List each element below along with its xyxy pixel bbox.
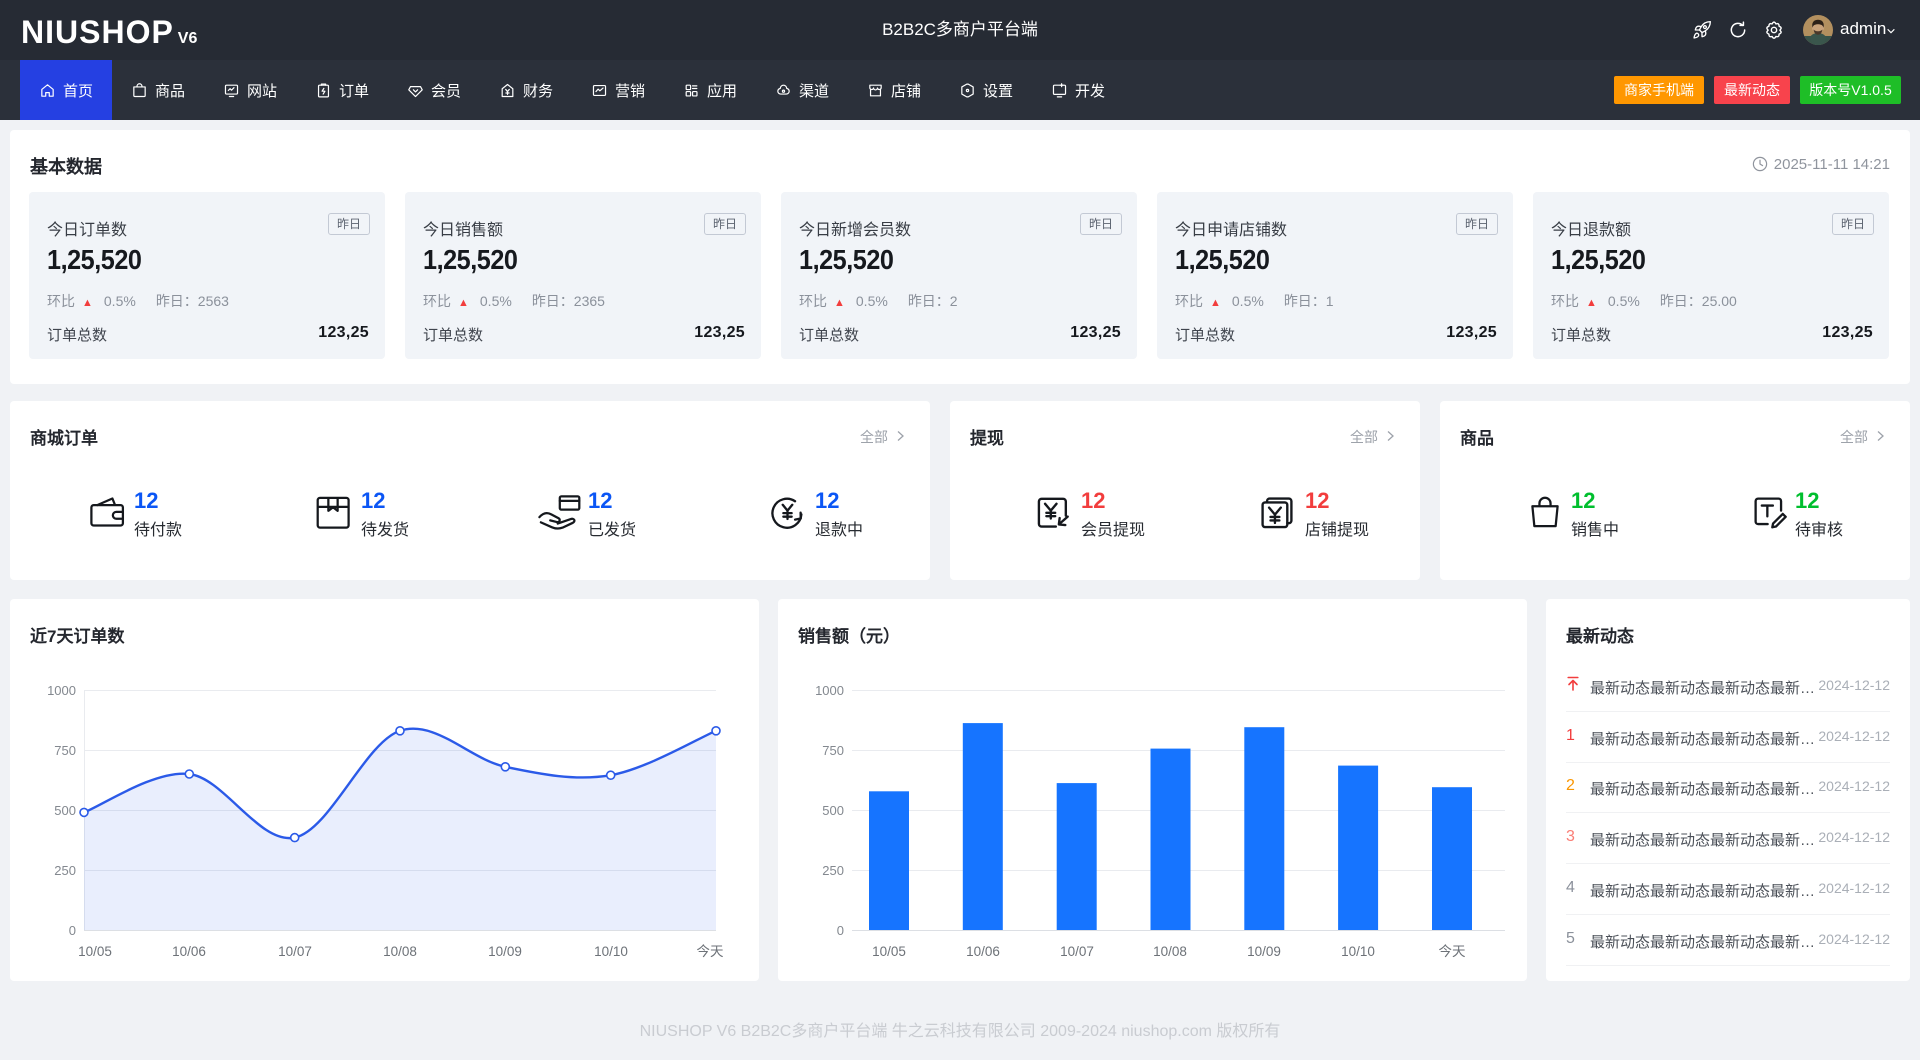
svg-text:今天: 今天 <box>1439 944 1467 959</box>
svg-text:10/10: 10/10 <box>1341 944 1375 959</box>
svg-text:10/09: 10/09 <box>1247 944 1281 959</box>
svg-text:今天: 今天 <box>697 944 725 959</box>
svg-text:750: 750 <box>54 743 76 758</box>
svg-text:250: 250 <box>822 863 844 878</box>
svg-text:10/05: 10/05 <box>78 944 112 959</box>
svg-text:500: 500 <box>822 803 844 818</box>
svg-text:10/06: 10/06 <box>966 944 1000 959</box>
svg-text:10/08: 10/08 <box>383 944 417 959</box>
svg-text:250: 250 <box>54 863 76 878</box>
svg-text:10/10: 10/10 <box>594 944 628 959</box>
svg-text:10/09: 10/09 <box>488 944 522 959</box>
svg-text:500: 500 <box>54 803 76 818</box>
svg-text:1000: 1000 <box>815 683 844 698</box>
svg-text:10/07: 10/07 <box>1060 944 1094 959</box>
svg-text:10/07: 10/07 <box>278 944 312 959</box>
svg-text:1000: 1000 <box>47 683 76 698</box>
svg-text:0: 0 <box>837 923 844 938</box>
svg-text:10/08: 10/08 <box>1153 944 1187 959</box>
svg-text:0: 0 <box>69 923 76 938</box>
svg-text:10/06: 10/06 <box>172 944 206 959</box>
svg-text:750: 750 <box>822 743 844 758</box>
svg-text:10/05: 10/05 <box>872 944 906 959</box>
